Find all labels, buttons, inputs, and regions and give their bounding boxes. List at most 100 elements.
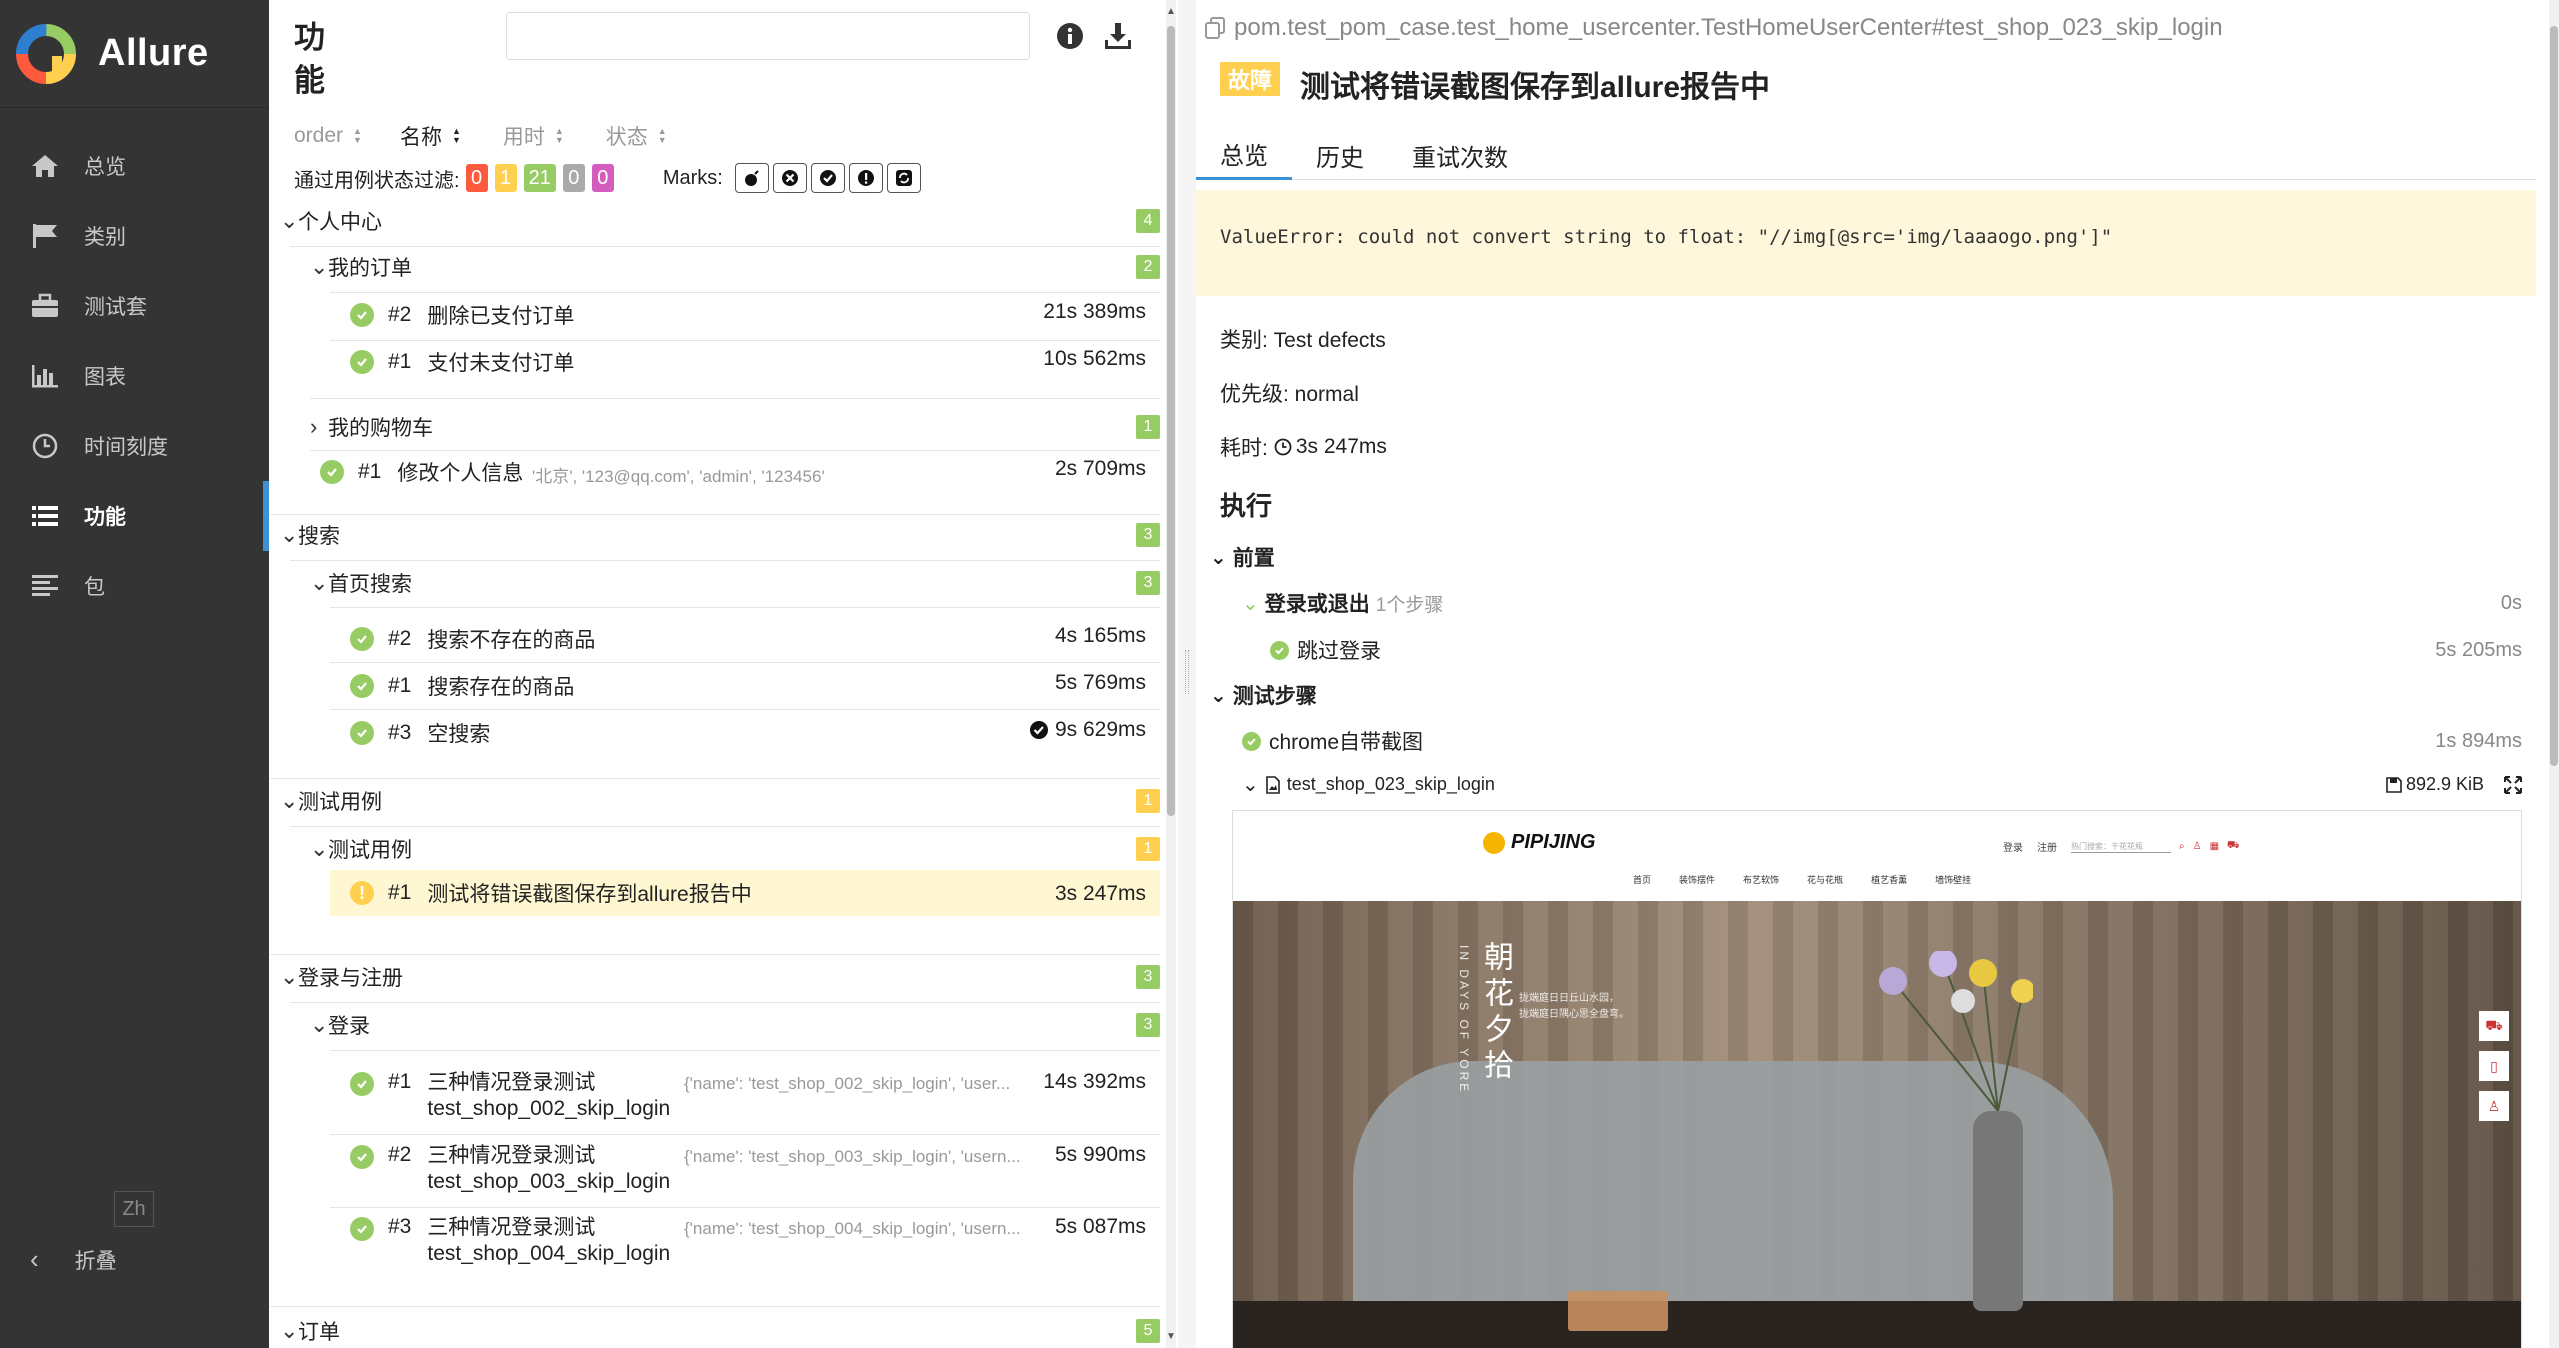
- mark-new-passed-button[interactable]: [810, 163, 845, 193]
- setup-substep[interactable]: 跳过登录 5s 205ms: [1270, 635, 2522, 665]
- setup-section[interactable]: ⌄ 前置: [1210, 542, 1275, 572]
- group-label: 我的购物车: [328, 417, 433, 440]
- case-name: 三种情况登录测试: [427, 1144, 596, 1167]
- collapse-label: 折叠: [74, 1249, 117, 1273]
- chevron-down-icon: ⌄: [280, 208, 299, 233]
- chevron-down-icon: ⌄: [310, 836, 329, 861]
- copy-icon[interactable]: [1204, 16, 1226, 40]
- download-icon[interactable]: [1102, 20, 1134, 52]
- case-number: #3: [388, 1215, 412, 1238]
- home-icon: [28, 151, 62, 181]
- user-icon: ♙: [2479, 1091, 2509, 1121]
- tree-group[interactable]: ⌄ 登录 3: [310, 1010, 1160, 1040]
- language-switch[interactable]: Zh: [114, 1191, 154, 1227]
- search-input[interactable]: [506, 12, 1030, 60]
- test-case-row[interactable]: #1 支付未支付订单 10s 562ms: [350, 347, 1160, 377]
- test-step[interactable]: chrome自带截图 1s 894ms: [1242, 726, 2522, 756]
- tree-group[interactable]: ⌄ 测试用例 1: [310, 834, 1160, 864]
- sidebar-item-packages[interactable]: 包: [0, 551, 269, 621]
- detail-scrollbar[interactable]: [2549, 0, 2559, 1348]
- test-case-row[interactable]: #3 空搜索 9s 629ms: [350, 718, 1160, 748]
- attachment-row[interactable]: ⌄ test_shop_023_skip_login 892.9 KiB: [1242, 772, 2522, 797]
- test-case-row-selected[interactable]: ! #1 测试将错误截图保存到allure报告中 3s 247ms: [330, 870, 1160, 916]
- collapse-button[interactable]: ‹ 折叠: [30, 1244, 117, 1275]
- test-case-row[interactable]: #2 三种情况登录测试 test_shop_003_skip_login {'n…: [350, 1143, 1160, 1199]
- tree-group[interactable]: ⌄ 测试用例 1: [280, 786, 1160, 816]
- banner-poem: 拢端庭日日丘山水园， 拢端庭日隅心思全盘弯。: [1519, 991, 1629, 1023]
- sort-order-label: order: [294, 124, 344, 147]
- filter-passed-badge[interactable]: 21: [523, 164, 556, 192]
- tree-scrollbar[interactable]: ▲ ▼: [1166, 0, 1176, 1348]
- filter-failed-badge[interactable]: 0: [465, 164, 488, 192]
- tab-overview[interactable]: 总览: [1196, 130, 1292, 180]
- case-name: 删除已支付订单: [427, 305, 575, 328]
- test-steps-section[interactable]: ⌄ 测试步骤: [1210, 680, 1317, 710]
- behaviors-tree: ⌄ 个人中心 4 ⌄ 我的订单 2 #2 删除已支付订单 21s 389ms #…: [270, 202, 1170, 1348]
- step-duration: 0s: [2500, 591, 2522, 614]
- setup-label: 前置: [1232, 547, 1275, 570]
- chevron-down-icon: ⌄: [280, 522, 299, 547]
- sidebar-item-behaviors[interactable]: 功能: [0, 481, 269, 551]
- step-duration: 1s 894ms: [2435, 729, 2522, 752]
- test-case-row[interactable]: #2 搜索不存在的商品 4s 165ms: [350, 624, 1160, 654]
- sort-duration[interactable]: 用时 ▲ ▼: [503, 121, 564, 151]
- sidebar-item-suites[interactable]: 测试套: [0, 271, 269, 341]
- scroll-up-icon[interactable]: ▲: [1166, 6, 1176, 17]
- tree-group[interactable]: ⌄ 登录与注册 3: [280, 962, 1160, 992]
- case-name-sub: test_shop_003_skip_login: [427, 1170, 671, 1193]
- chevron-down-icon: ⌄: [280, 788, 299, 813]
- sort-name[interactable]: 名称 ▲ ▼: [400, 121, 461, 151]
- tab-history[interactable]: 历史: [1292, 130, 1388, 180]
- app-logo[interactable]: Allure: [0, 0, 269, 108]
- info-icon[interactable]: [1054, 20, 1086, 52]
- case-name-sub: test_shop_004_skip_login: [427, 1242, 671, 1265]
- mark-new-failed-button[interactable]: [772, 163, 807, 193]
- filter-broken-badge[interactable]: 1: [494, 164, 517, 192]
- menu-item: 装饰摆件: [1679, 875, 1716, 885]
- tree-group[interactable]: ⌄ 首页搜索 3: [310, 568, 1160, 598]
- tree-group[interactable]: [280, 686, 1160, 716]
- tree-group[interactable]: ⌄ 搜索 3: [280, 520, 1160, 550]
- mark-retries-button[interactable]: [886, 163, 921, 193]
- passed-icon: [1270, 640, 1289, 660]
- tab-retries[interactable]: 重试次数: [1388, 130, 1532, 180]
- mark-flaky-button[interactable]: [734, 163, 769, 193]
- vase-shape: [1973, 1111, 2023, 1311]
- sidebar-item-categories[interactable]: 类别: [0, 201, 269, 271]
- step-name: chrome自带截图: [1269, 731, 1424, 754]
- tree-group[interactable]: › 我的购物车 1: [310, 412, 1160, 442]
- tree-group[interactable]: ⌄ 订单 5: [280, 1316, 1160, 1346]
- chevron-down-icon: ⌄: [310, 570, 329, 595]
- group-label: 测试用例: [298, 791, 382, 814]
- sidebar-item-overview[interactable]: 总览: [0, 131, 269, 201]
- sidebar-item-graphs[interactable]: 图表: [0, 341, 269, 411]
- sidebar-item-timeline[interactable]: 时间刻度: [0, 411, 269, 481]
- expand-icon[interactable]: [2504, 775, 2522, 794]
- tree-group[interactable]: ⌄ 我的订单 2: [310, 252, 1160, 282]
- test-case-row[interactable]: #3 三种情况登录测试 test_shop_004_skip_login {'n…: [350, 1215, 1160, 1271]
- group-label: 测试用例: [328, 839, 412, 862]
- chevron-right-icon: ›: [310, 414, 318, 439]
- mark-new-broken-button[interactable]: [848, 163, 883, 193]
- setup-step[interactable]: ⌄ 登录或退出 1个步骤 0s: [1242, 588, 2522, 618]
- scroll-thumb[interactable]: [1167, 26, 1175, 816]
- case-name-block: 三种情况登录测试 test_shop_004_skip_login: [427, 1215, 670, 1267]
- sort-order[interactable]: order ▲ ▼: [294, 124, 362, 148]
- test-case-row[interactable]: #2 删除已支付订单 21s 389ms: [350, 300, 1160, 330]
- filter-skipped-badge[interactable]: 0: [562, 164, 585, 192]
- clock-icon: [28, 431, 62, 461]
- count-badge: 1: [1136, 837, 1160, 861]
- pane-splitter[interactable]: [1178, 0, 1196, 1348]
- passed-icon: [350, 350, 374, 374]
- test-case-row[interactable]: #1 三种情况登录测试 test_shop_002_skip_login {'n…: [350, 1070, 1160, 1126]
- case-number: #2: [388, 1143, 412, 1166]
- test-path[interactable]: pom.test_pom_case.test_home_usercenter.T…: [1204, 14, 2223, 42]
- filter-unknown-badge[interactable]: 0: [591, 164, 614, 192]
- group-label: 搜索: [298, 525, 340, 548]
- scroll-thumb[interactable]: [2550, 26, 2558, 766]
- tree-group[interactable]: ⌄ 个人中心 4: [280, 206, 1160, 236]
- case-params: '北京', '123@qq.com', 'admin', '123456': [532, 467, 825, 486]
- scroll-down-icon[interactable]: ▼: [1166, 1331, 1176, 1342]
- test-case-row[interactable]: #1 修改个人信息 '北京', '123@qq.com', 'admin', '…: [320, 457, 1160, 487]
- sort-status[interactable]: 状态 ▲ ▼: [606, 121, 667, 151]
